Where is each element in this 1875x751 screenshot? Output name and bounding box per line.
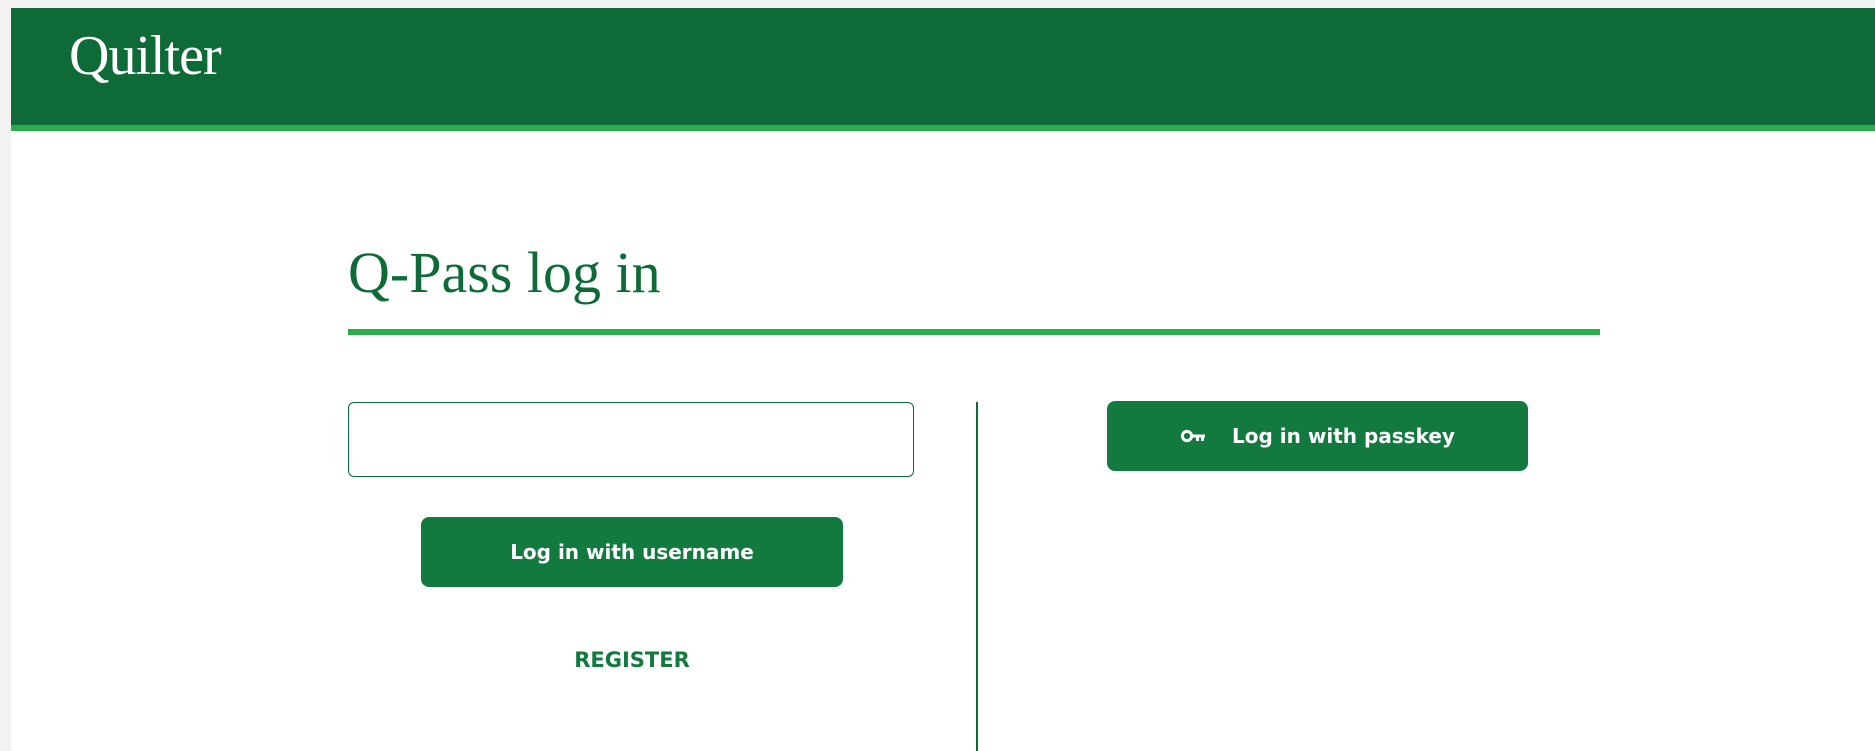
page-title: Q-Pass log in	[348, 240, 661, 305]
log-in-with-username-button[interactable]: Log in with username	[421, 517, 843, 587]
log-in-with-passkey-button[interactable]: Log in with passkey	[1107, 401, 1528, 471]
username-input[interactable]	[348, 402, 914, 477]
page-frame: Quilter Q-Pass log in Log in with userna…	[11, 8, 1875, 751]
username-button-label: Log in with username	[510, 540, 754, 564]
register-link[interactable]: REGISTER	[421, 648, 843, 672]
title-underline	[348, 329, 1600, 335]
passkey-button-label: Log in with passkey	[1232, 424, 1455, 448]
site-header: Quilter	[11, 8, 1875, 131]
key-icon	[1180, 429, 1206, 443]
vertical-divider	[976, 402, 978, 751]
quilter-logo[interactable]: Quilter	[69, 28, 222, 84]
